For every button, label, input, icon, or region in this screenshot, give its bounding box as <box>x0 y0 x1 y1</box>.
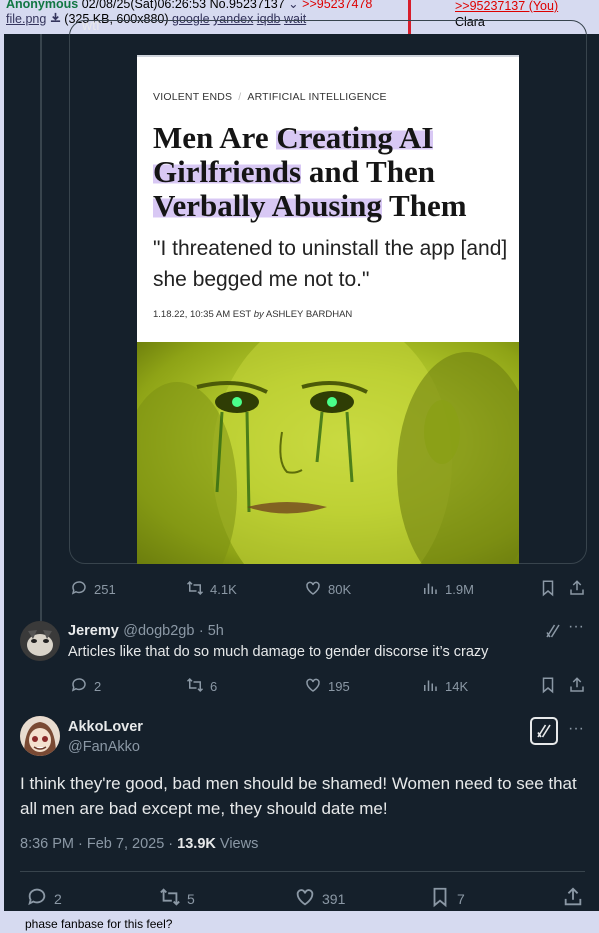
share-icon[interactable] <box>568 676 586 694</box>
share-icon[interactable] <box>562 886 584 908</box>
analytics-icon <box>421 579 439 600</box>
view-count: 1.9M <box>445 582 474 597</box>
views-count: 13.9K <box>177 836 216 852</box>
like-action[interactable]: 80K <box>304 579 351 600</box>
retweet-count: 5 <box>187 890 195 907</box>
title-highlight: Creating AI <box>276 120 434 155</box>
retweet-icon <box>186 676 204 697</box>
reply-icon <box>26 886 48 911</box>
reply-count: 251 <box>94 582 116 597</box>
reply-count: 2 <box>54 890 62 907</box>
like-action[interactable]: 195 <box>304 676 350 697</box>
thread-line <box>40 34 42 632</box>
article-title: Men Are Creating AI Girlfriends and Then… <box>153 120 513 223</box>
reply-handle[interactable]: @dogb2gb <box>123 623 194 639</box>
views-label: Views <box>215 836 259 852</box>
byline-by: by <box>253 309 264 320</box>
file-link[interactable]: file.png <box>6 12 46 26</box>
bookmark-action[interactable]: 7 <box>429 886 465 911</box>
title-part: and Then <box>301 154 435 189</box>
bookmark-count: 7 <box>457 890 465 907</box>
like-action[interactable]: 391 <box>294 886 345 911</box>
post-number[interactable]: No.95237137 <box>210 0 285 11</box>
reply-link[interactable]: >>95237478 <box>302 0 372 11</box>
article-category: VIOLENT ENDS / ARTIFICIAL INTELLIGENCE <box>153 91 387 103</box>
comment-text: phase fanbase for this feel? <box>25 917 173 931</box>
crying-face-illustration <box>137 342 519 564</box>
retweet-action[interactable]: 6 <box>186 676 217 697</box>
main-handle[interactable]: @FanAkko <box>68 739 140 755</box>
title-highlight: Verbally Abusing <box>153 188 382 223</box>
retweet-icon <box>186 579 204 600</box>
views-action[interactable]: 14K <box>421 676 468 697</box>
reply-count: 2 <box>94 679 102 694</box>
category-label-2: ARTIFICIAL INTELLIGENCE <box>247 91 387 103</box>
reply-icon <box>70 676 88 697</box>
tweet-date[interactable]: 8:36 PM · Feb 7, 2025 · <box>20 836 177 852</box>
reply-icon <box>70 579 88 600</box>
reply-action[interactable]: 2 <box>26 886 62 911</box>
main-name[interactable]: AkkoLover <box>68 719 143 735</box>
post-datetime: 02/08/25(Sat)06:26:53 <box>81 0 207 11</box>
article-byline: 1.18.22, 10:35 AM EST by ASHLEY BARDHAN <box>153 309 352 320</box>
reply-action[interactable]: 2 <box>70 676 101 697</box>
byline-author: ASHLEY BARDHAN <box>265 309 353 320</box>
grok-icon[interactable] <box>530 717 558 745</box>
byline-date: 1.18.22, 10:35 AM EST <box>153 309 252 320</box>
quote-link[interactable]: >>95237137 (You) <box>455 0 558 13</box>
reply-header: Jeremy @dogb2gb · 5h <box>68 622 224 640</box>
like-count: 195 <box>328 679 350 694</box>
views-action[interactable]: 1.9M <box>421 579 474 600</box>
reply-action[interactable]: 251 <box>70 579 116 600</box>
heart-icon <box>304 676 322 697</box>
quoted-tweet-text: wtf <box>82 20 100 33</box>
main-tweet-text: I think they're good, bad men should be … <box>20 774 577 818</box>
avatar[interactable] <box>20 621 60 661</box>
title-part: Men Are <box>153 120 277 155</box>
more-icon[interactable]: ··· <box>568 720 584 738</box>
article-subtitle: "I threatened to uninstall the app [and]… <box>153 237 508 291</box>
retweet-action[interactable]: 5 <box>159 886 195 911</box>
title-part: Them <box>381 188 467 223</box>
main-handle-wrap: @FanAkko <box>68 738 140 756</box>
divider <box>20 871 585 872</box>
chan-post-info: Anonymous 02/08/25(Sat)06:26:53 No.95237… <box>6 0 372 11</box>
analytics-icon <box>421 676 439 697</box>
more-icon[interactable]: ··· <box>568 618 584 636</box>
bookmark-icon <box>429 886 451 911</box>
share-icon[interactable] <box>568 579 586 597</box>
download-icon[interactable] <box>50 12 64 26</box>
bookmark-icon[interactable] <box>539 579 557 597</box>
retweet-icon <box>159 886 181 911</box>
category-label: VIOLENT ENDS <box>153 91 233 103</box>
retweet-count: 4.1K <box>210 582 237 597</box>
reply-text: Articles like that do so much damage to … <box>68 644 489 660</box>
heart-icon <box>304 579 322 600</box>
tweet-meta: 8:36 PM · Feb 7, 2025 · 13.9K Views <box>20 836 258 852</box>
article-image[interactable]: VIOLENT ENDS / ARTIFICIAL INTELLIGENCE Men… <box>137 55 519 564</box>
main-username[interactable]: AkkoLover <box>68 718 143 736</box>
grok-icon[interactable] <box>544 622 562 645</box>
retweet-count: 6 <box>210 679 218 694</box>
tweet-screenshot: wtf VIOLENT ENDS / ARTIFICIAL INTELLIGENCE… <box>4 20 599 911</box>
avatar[interactable] <box>20 716 60 756</box>
reply-time[interactable]: · 5h <box>199 623 224 639</box>
poster-name: Anonymous <box>6 0 79 11</box>
view-count: 14K <box>445 679 469 694</box>
heart-icon <box>294 886 316 911</box>
chevron-down-icon[interactable]: ⌄ <box>288 0 298 11</box>
post-comment: phase fanbase for this feel? <box>0 911 599 933</box>
like-count: 391 <box>322 890 346 907</box>
article-header: VIOLENT ENDS / ARTIFICIAL INTELLIGENCE Men… <box>137 55 519 342</box>
article-photo <box>137 342 519 564</box>
like-count: 80K <box>328 582 352 597</box>
reply-username[interactable]: Jeremy <box>68 623 119 639</box>
retweet-action[interactable]: 4.1K <box>186 579 237 600</box>
bookmark-icon[interactable] <box>539 676 557 694</box>
title-highlight: Girlfriends <box>153 154 302 189</box>
